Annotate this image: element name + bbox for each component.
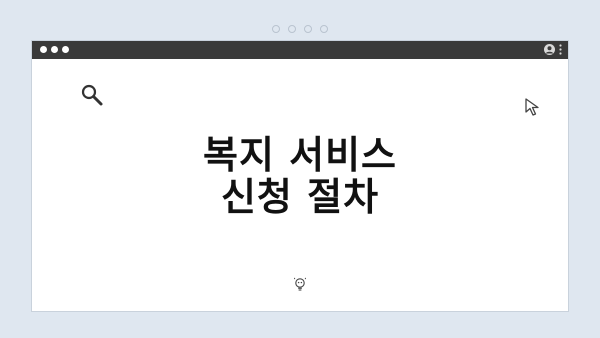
search-icon[interactable] <box>80 83 104 111</box>
kebab-menu-icon[interactable] <box>559 44 562 55</box>
frame-dot <box>288 25 296 33</box>
lightbulb-icon <box>293 277 307 297</box>
page-title: 복지 서비스 신청 절차 <box>32 134 568 218</box>
page-content: 복지 서비스 신청 절차 <box>32 59 568 313</box>
page-title-line: 신청 절차 <box>220 175 380 219</box>
cursor-icon <box>524 97 544 121</box>
page-title-line: 복지 서비스 <box>202 133 398 177</box>
window-control-dot[interactable] <box>62 46 69 53</box>
window-control-dot[interactable] <box>40 46 47 53</box>
window-titlebar <box>32 41 568 59</box>
window-control-dot[interactable] <box>51 46 58 53</box>
frame-dot <box>304 25 312 33</box>
window-controls <box>40 46 69 53</box>
frame-dot <box>272 25 280 33</box>
avatar-icon[interactable] <box>544 44 555 55</box>
frame-dots <box>0 25 600 33</box>
browser-window: 복지 서비스 신청 절차 <box>31 40 569 312</box>
frame-dot <box>320 25 328 33</box>
titlebar-actions <box>544 44 562 55</box>
